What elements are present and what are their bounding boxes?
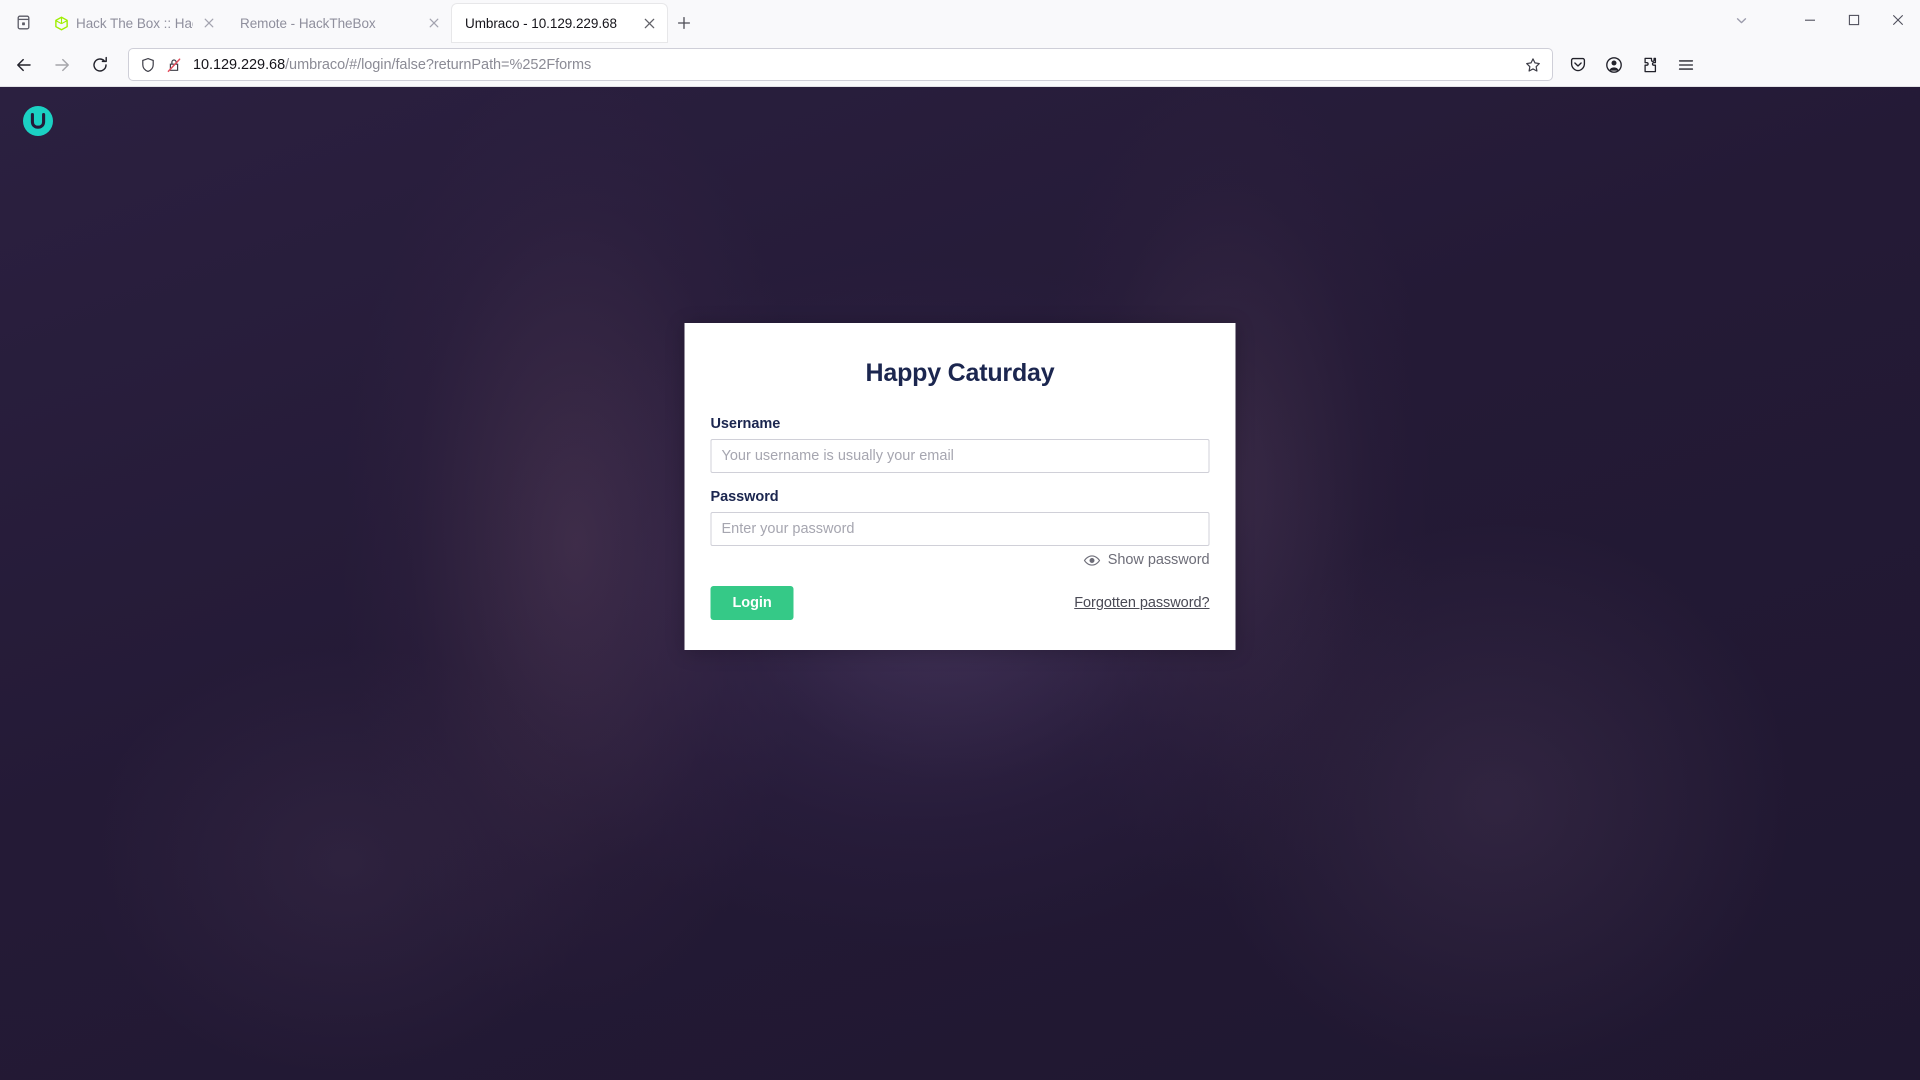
list-all-tabs-chevron-down-icon[interactable] xyxy=(1716,0,1766,40)
tab-strip: Hack The Box :: Hack The Remote - HackTh… xyxy=(0,0,1920,43)
bookmark-star-icon[interactable] xyxy=(1520,52,1546,78)
new-tab-button[interactable] xyxy=(667,6,701,40)
address-host: 10.129.229.68 xyxy=(193,56,286,73)
password-field-group: Password xyxy=(710,489,1210,546)
tab-close-icon[interactable] xyxy=(640,14,658,32)
umbraco-login-page: Happy Caturday Username Password Show pa… xyxy=(0,87,1920,1080)
hackthebox-cube-icon xyxy=(53,15,69,31)
address-bar-text: 10.129.229.68/umbraco/#/login/false?retu… xyxy=(189,57,1516,73)
tab-title: Remote - HackTheBox xyxy=(240,15,376,31)
tab-list-icon[interactable] xyxy=(4,3,42,41)
tab-container: Hack The Box :: Hack The Remote - HackTh… xyxy=(42,0,701,43)
username-field-group: Username xyxy=(710,416,1210,473)
tab-umbraco[interactable]: Umbraco - 10.129.229.68 xyxy=(452,4,667,42)
window-close-icon[interactable] xyxy=(1876,0,1920,40)
password-input[interactable] xyxy=(710,512,1210,546)
window-minimize-icon[interactable] xyxy=(1788,0,1832,40)
tab-hack-the-box[interactable]: Hack The Box :: Hack The xyxy=(42,4,227,42)
firefox-account-icon[interactable] xyxy=(1597,48,1631,82)
tab-title: Hack The Box :: Hack The xyxy=(76,15,193,31)
username-label: Username xyxy=(710,416,781,432)
extensions-puzzle-icon[interactable] xyxy=(1633,48,1667,82)
forgotten-password-link[interactable]: Forgotten password? xyxy=(1074,595,1209,611)
reload-icon[interactable] xyxy=(82,48,118,82)
show-password-toggle[interactable]: Show password xyxy=(711,552,1210,568)
application-menu-icon[interactable] xyxy=(1669,48,1703,82)
login-actions-row: Login Forgotten password? xyxy=(710,586,1210,620)
address-bar[interactable]: 10.129.229.68/umbraco/#/login/false?retu… xyxy=(128,48,1553,81)
show-password-label: Show password xyxy=(1107,552,1210,568)
password-label: Password xyxy=(710,489,779,505)
umbraco-logo-icon xyxy=(22,105,54,137)
back-arrow-icon[interactable] xyxy=(6,48,42,82)
save-to-pocket-icon[interactable] xyxy=(1561,48,1595,82)
navigation-toolbar: 10.129.229.68/umbraco/#/login/false?retu… xyxy=(0,43,1920,87)
page-title: Happy Caturday xyxy=(865,359,1055,387)
address-path: /umbraco/#/login/false?returnPath=%252Ff… xyxy=(285,56,592,73)
window-controls xyxy=(1716,0,1920,40)
tab-remote-hackthebox[interactable]: Remote - HackTheBox xyxy=(227,4,452,42)
login-card: Happy Caturday Username Password Show pa… xyxy=(684,323,1236,650)
browser-window: Hack The Box :: Hack The Remote - HackTh… xyxy=(0,0,1920,1080)
login-button[interactable]: Login xyxy=(710,586,794,620)
insecure-connection-icon[interactable] xyxy=(163,54,185,76)
tab-close-icon[interactable] xyxy=(200,14,218,32)
tracking-protection-shield-icon[interactable] xyxy=(137,54,159,76)
username-input[interactable] xyxy=(710,439,1210,473)
tab-title: Umbraco - 10.129.229.68 xyxy=(465,15,617,31)
eye-icon xyxy=(1084,554,1101,567)
tab-close-icon[interactable] xyxy=(425,14,443,32)
window-maximize-icon[interactable] xyxy=(1832,0,1876,40)
forward-arrow-icon xyxy=(44,48,80,82)
